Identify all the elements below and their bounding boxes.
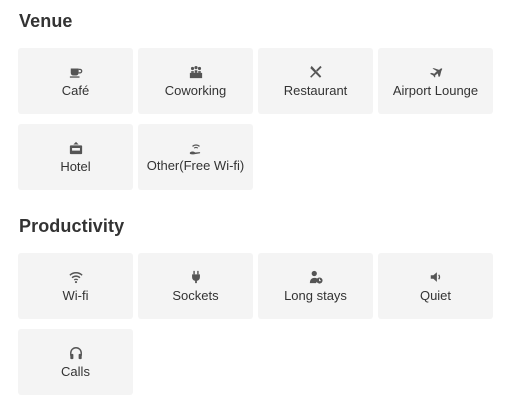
productivity-option-label: Wi-fi <box>62 287 89 303</box>
productivity-option-sockets[interactable]: Sockets <box>138 253 253 319</box>
volume-low-icon <box>428 269 444 285</box>
venue-option-airport-lounge[interactable]: Airport Lounge <box>378 48 493 114</box>
venue-option-label: Hotel <box>60 158 91 174</box>
venue-option-restaurant[interactable]: Restaurant <box>258 48 373 114</box>
headphones-icon <box>68 345 84 361</box>
hand-wifi-icon <box>188 141 204 157</box>
venue-option-label: Café <box>61 82 90 98</box>
venue-option-label: Coworking <box>164 82 227 98</box>
productivity-option-wifi[interactable]: Wi-fi <box>18 253 133 319</box>
venue-option-label: Airport Lounge <box>392 82 479 98</box>
plug-icon <box>188 269 204 285</box>
fork-knife-icon <box>308 64 324 80</box>
airplane-icon <box>428 64 444 80</box>
venue-option-other-free-wifi[interactable]: Other(Free Wi-fi) <box>138 124 253 190</box>
venue-option-label: Other(Free Wi-fi) <box>146 157 245 173</box>
productivity-section-title: Productivity <box>19 216 125 236</box>
productivity-option-calls[interactable]: Calls <box>18 329 133 395</box>
productivity-option-label: Sockets <box>172 287 219 303</box>
venue-option-coworking[interactable]: Coworking <box>138 48 253 114</box>
venue-option-label: Restaurant <box>283 82 348 98</box>
venue-option-cafe[interactable]: Café <box>18 48 133 114</box>
wifi-icon <box>68 269 84 285</box>
productivity-option-label: Long stays <box>284 287 347 303</box>
user-clock-icon <box>308 269 324 285</box>
productivity-option-long-stays[interactable]: Long stays <box>258 253 373 319</box>
hotel-sign-icon <box>68 140 84 156</box>
venue-section-title: Venue <box>19 11 73 31</box>
coworking-people-icon <box>188 64 204 80</box>
venue-option-hotel[interactable]: Hotel <box>18 124 133 190</box>
productivity-option-label: Quiet <box>419 287 452 303</box>
coffee-cup-icon <box>68 64 84 80</box>
productivity-option-label: Calls <box>61 363 90 379</box>
productivity-option-quiet[interactable]: Quiet <box>378 253 493 319</box>
